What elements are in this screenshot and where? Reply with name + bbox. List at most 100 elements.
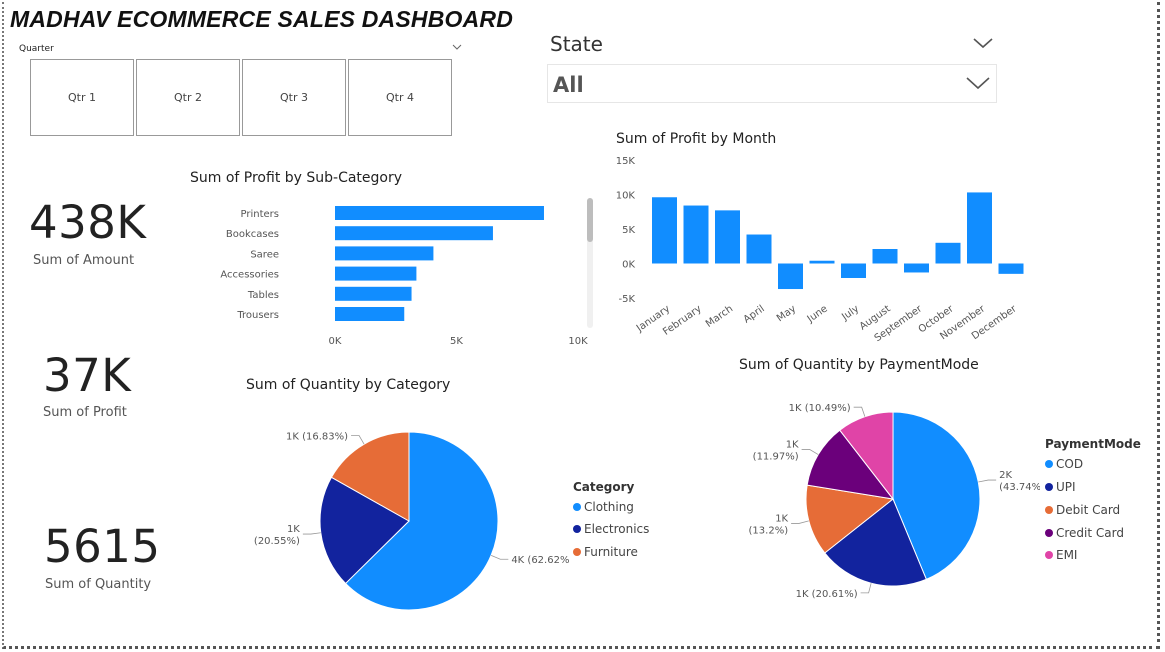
legend-label: Electronics <box>584 522 650 536</box>
bar-march <box>715 210 740 264</box>
category-pie-title: Sum of Quantity by Category <box>246 377 451 393</box>
leader-line <box>302 532 321 535</box>
data-label: 1K <box>775 513 788 524</box>
legend-dot <box>573 525 581 533</box>
bar-december <box>998 263 1024 274</box>
bar-june <box>809 260 835 264</box>
category-label: Printers <box>241 209 279 220</box>
data-label: (20.55%) <box>254 536 300 547</box>
legend-item-electronics[interactable]: Electronics <box>573 522 649 536</box>
state-dropdown[interactable]: All <box>547 64 997 103</box>
scrollbar-thumb[interactable] <box>587 198 593 242</box>
legend-label: COD <box>1056 457 1084 471</box>
leader-line <box>978 479 997 483</box>
kpi-quantity-value: 5615 <box>44 520 161 573</box>
subcategory-chart-scrollbar[interactable] <box>587 198 593 328</box>
bar-january <box>652 197 677 264</box>
leader-line <box>490 554 509 560</box>
data-label: 1K <box>287 524 300 535</box>
x-tick-label: 10K <box>568 336 588 347</box>
y-tick-label: 10K <box>616 191 636 202</box>
y-tick-label: 0K <box>622 260 635 271</box>
data-label: (11.97%) <box>753 451 799 462</box>
category-label: Tables <box>247 290 279 301</box>
bar-printers <box>335 206 544 220</box>
data-label: 1K (16.83%) <box>286 432 348 443</box>
y-tick-label: -5K <box>618 294 635 305</box>
bar-tables <box>335 286 412 301</box>
leader-line <box>791 520 809 524</box>
leader-line <box>860 583 872 594</box>
leader-line <box>853 406 866 417</box>
legend-item-cod[interactable]: COD <box>1045 457 1083 471</box>
legend-item-debit-card[interactable]: Debit Card <box>1045 503 1120 517</box>
legend-dot <box>573 503 581 511</box>
legend-label: Furniture <box>584 545 638 559</box>
month-label: March <box>704 303 735 329</box>
legend-dot <box>1045 506 1053 514</box>
legend-item-emi[interactable]: EMI <box>1045 548 1077 562</box>
kpi-profit-value: 37K <box>43 349 132 402</box>
legend-item-clothing[interactable]: Clothing <box>573 500 634 514</box>
bar-october <box>935 242 961 264</box>
kpi-amount-value: 438K <box>29 196 147 249</box>
chevron-down-icon[interactable] <box>452 42 462 52</box>
quarter-button-qtr3[interactable]: Qtr 3 <box>242 59 346 136</box>
x-tick-label: 0K <box>329 336 342 347</box>
bar-july <box>841 263 866 278</box>
month-label: May <box>775 303 798 324</box>
x-tick-label: 5K <box>450 336 463 347</box>
month-label: July <box>839 303 861 323</box>
subcategory-chart-title: Sum of Profit by Sub-Category <box>190 170 403 186</box>
category-label: Trousers <box>236 310 279 321</box>
legend-item-upi[interactable]: UPI <box>1045 480 1076 494</box>
page-title: MADHAV ECOMMERCE SALES DASHBOARD <box>10 6 514 32</box>
data-label: 4K (62.62%) <box>511 555 570 566</box>
legend-dot <box>1045 551 1053 559</box>
category-label: Accessories <box>220 270 279 281</box>
state-selected-value: All <box>553 73 584 97</box>
bar-bookcases <box>335 226 493 241</box>
bar-trousers <box>335 307 405 321</box>
month-label: April <box>742 303 767 325</box>
data-label: 1K (10.49%) <box>789 403 851 414</box>
bar-may <box>778 263 803 290</box>
kpi-profit-label: Sum of Profit <box>43 405 127 420</box>
legend-item-furniture[interactable]: Furniture <box>573 545 638 559</box>
month-bar-chart: -5K0K5K10K15KJanuaryFebruary March April Ma… <box>616 156 1024 344</box>
category-legend-title: Category <box>573 480 635 494</box>
chevron-down-icon[interactable] <box>965 75 991 91</box>
bar-november <box>967 192 992 264</box>
y-tick-label: 5K <box>622 225 635 236</box>
legend-dot <box>573 548 581 556</box>
paymentmode-pie-title: Sum of Quantity by PaymentMode <box>739 357 979 373</box>
legend-label: EMI <box>1056 548 1078 562</box>
bar-april <box>746 234 772 264</box>
legend-item-credit-card[interactable]: Credit Card <box>1045 526 1124 540</box>
category-label: Saree <box>250 249 279 260</box>
bar-august <box>872 249 898 264</box>
state-slicer-label: State <box>550 32 603 56</box>
bar-saree <box>335 246 434 261</box>
kpi-amount-label: Sum of Amount <box>33 253 135 268</box>
quarter-button-qtr1[interactable]: Qtr 1 <box>30 59 134 136</box>
data-label: (43.74%) <box>999 482 1040 493</box>
month-chart-title: Sum of Profit by Month <box>616 131 777 147</box>
bar-february <box>683 205 709 264</box>
legend-label: Clothing <box>584 500 634 514</box>
legend-label: Debit Card <box>1056 503 1121 517</box>
paymentmode-legend-title: PaymentMode <box>1045 437 1141 451</box>
legend-label: Credit Card <box>1056 526 1124 540</box>
category-pie-chart: 4K (62.62%) 1K(20.55%) 1K (16.83%) <box>254 431 570 611</box>
y-tick-label: 15K <box>616 156 636 167</box>
category-label: Bookcases <box>226 229 279 240</box>
bar-accessories <box>335 266 417 281</box>
data-label: 2K <box>999 470 1012 481</box>
quarter-button-qtr4[interactable]: Qtr 4 <box>348 59 452 136</box>
legend-label: UPI <box>1056 480 1076 494</box>
paymentmode-pie-chart: 2K(43.74%)1K (20.61%)1K(13.2%)1K(11.97%)… <box>749 403 1040 600</box>
quarter-button-qtr2[interactable]: Qtr 2 <box>136 59 240 136</box>
data-label: (13.2%) <box>749 525 789 536</box>
subcategory-bar-chart: Printers Bookcases Saree Accessories Tables T… <box>220 206 588 347</box>
chevron-down-icon[interactable] <box>972 36 994 50</box>
